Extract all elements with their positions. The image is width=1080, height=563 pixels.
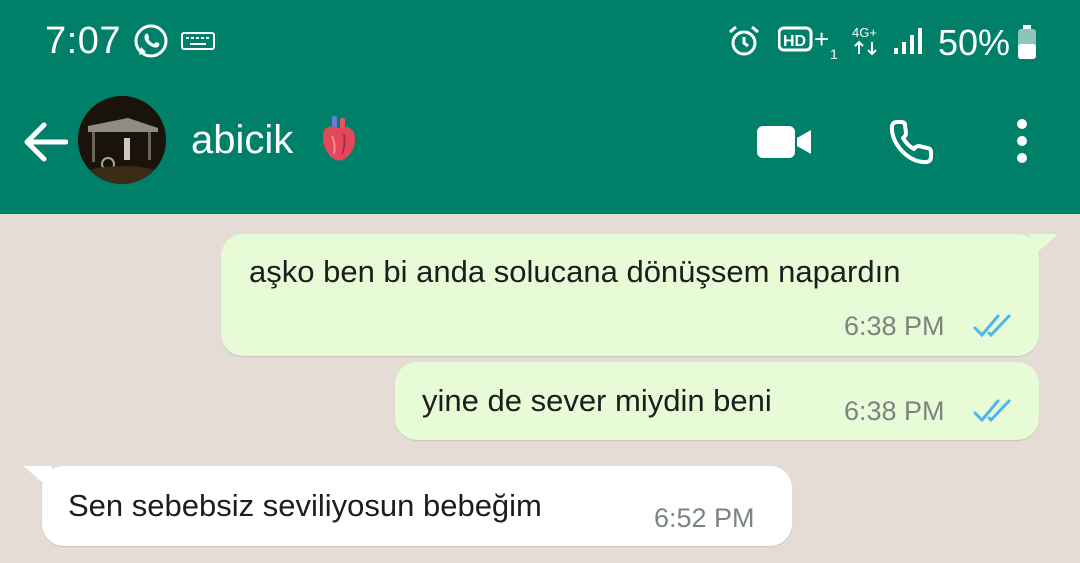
back-arrow-icon[interactable] [22, 120, 69, 169]
message-time: 6:38 PM [844, 396, 945, 426]
chat-area[interactable]: aşko ben bi anda solucana dönüşsem napar… [0, 214, 1080, 563]
network-icon: 4G+ [850, 24, 884, 63]
message-text: aşko ben bi anda solucana dönüşsem napar… [249, 254, 901, 289]
more-options-icon[interactable] [1011, 118, 1033, 169]
video-call-icon[interactable] [757, 124, 813, 165]
outgoing-message[interactable]: aşko ben bi anda solucana dönüşsem napar… [221, 234, 1039, 356]
status-time: 7:07 [45, 20, 121, 62]
signal-icon [892, 26, 924, 61]
contact-name[interactable]: abicik [191, 118, 293, 163]
alarm-icon [727, 24, 761, 63]
top-bar: 7:07 HD + 1 4G+ 50% abicik [0, 0, 1080, 214]
double-check-icon [973, 398, 1017, 429]
network-type-label: 4G+ [852, 25, 877, 40]
incoming-message[interactable]: Sen sebebsiz seviliyosun bebeğim 6:52 PM [42, 466, 792, 546]
message-time: 6:38 PM [844, 311, 945, 341]
outgoing-message[interactable]: yine de sever miydin beni 6:38 PM [395, 362, 1039, 440]
message-time: 6:52 PM [654, 503, 755, 533]
keyboard-icon [181, 32, 215, 55]
battery-percent: 50% [938, 22, 1011, 63]
svg-text:+: + [814, 26, 829, 54]
status-bar: 7:07 HD + 1 4G+ 50% [0, 0, 1080, 84]
svg-text:HD: HD [783, 33, 806, 50]
double-check-icon [973, 313, 1017, 344]
hd-voice-icon: HD + 1 [777, 24, 842, 67]
chat-header: abicik [0, 84, 1080, 214]
whatsapp-icon [132, 22, 170, 65]
avatar[interactable] [78, 96, 166, 184]
voice-call-icon[interactable] [887, 118, 935, 171]
anatomical-heart-icon [318, 114, 360, 171]
message-text: yine de sever miydin beni [422, 383, 772, 418]
svg-text:1: 1 [830, 46, 838, 62]
battery-icon [1016, 24, 1038, 65]
message-text: Sen sebebsiz seviliyosun bebeğim [68, 488, 542, 523]
